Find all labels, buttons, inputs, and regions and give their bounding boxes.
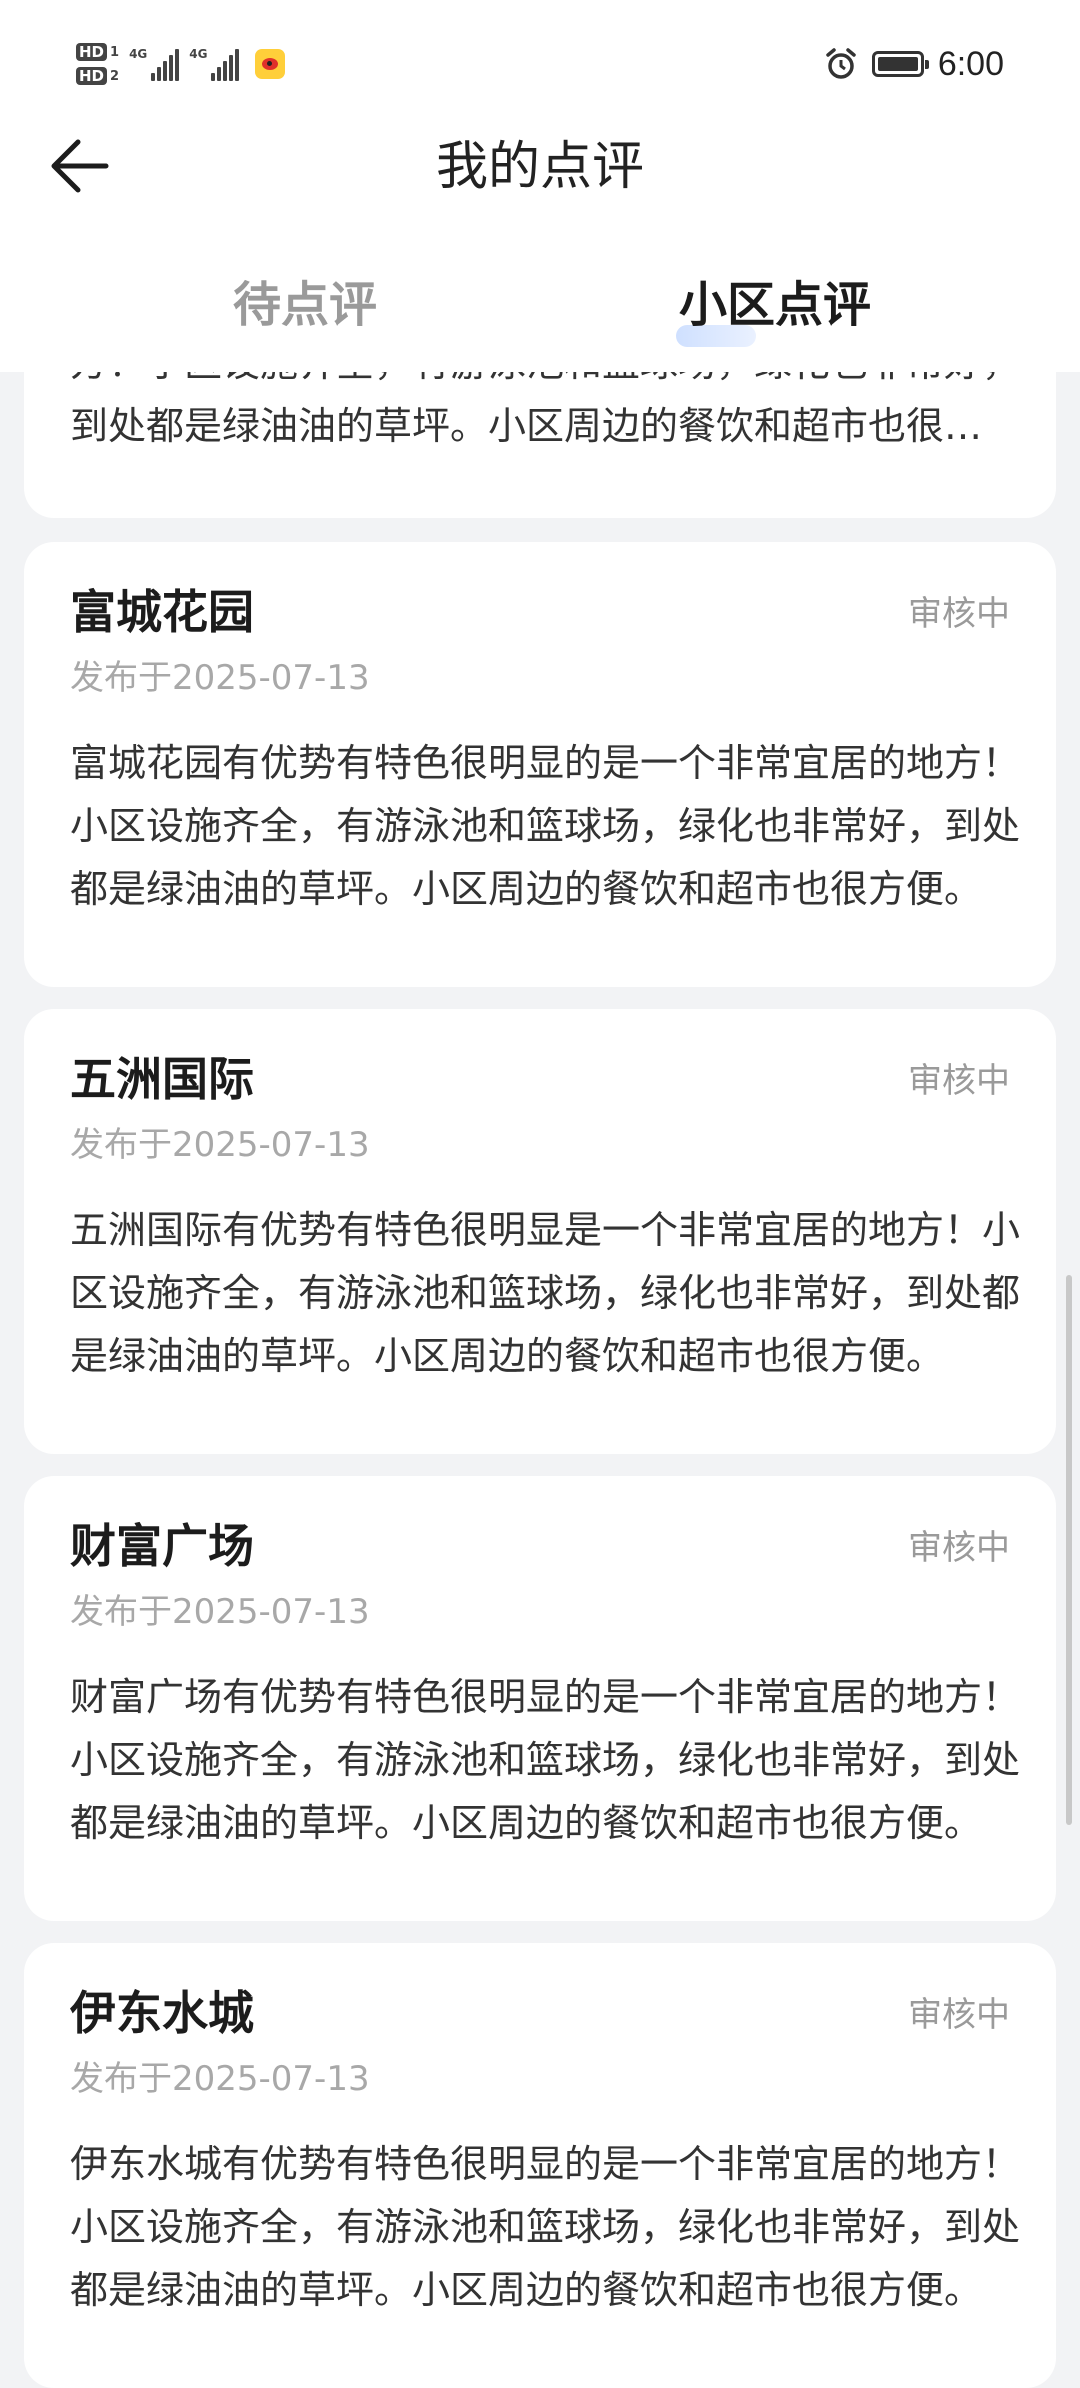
tab-pending-review[interactable]: 待点评: [160, 250, 450, 360]
status-bar: HD 1 HD 2 4G 4G 6:00: [0, 0, 1080, 130]
review-status: 审核中: [908, 1528, 1010, 1568]
review-date: 发布于2025-07-13: [70, 1125, 370, 1165]
hd-indicators: HD 1 HD 2: [76, 43, 119, 85]
tab-community-review[interactable]: 小区点评: [630, 250, 920, 360]
tab-bar: 待点评 小区点评: [0, 250, 1080, 372]
review-date: 发布于2025-07-13: [70, 2059, 370, 2099]
network-type-label: 4G: [129, 47, 148, 61]
review-list[interactable]: 方！小区设施齐全，有游泳池和篮球场，绿化也非常好，到处都是绿油油的草坪。小区周边…: [0, 372, 1080, 2388]
weibo-icon: [255, 49, 286, 79]
review-card[interactable]: 富城花园 审核中 发布于2025-07-13 富城花园有优势有特色很明显的是一个…: [24, 542, 1056, 987]
review-card[interactable]: 方！小区设施齐全，有游泳池和篮球场，绿化也非常好，到处都是绿油油的草坪。小区周边…: [24, 372, 1056, 518]
hd-sim2: HD 2: [76, 67, 119, 85]
back-arrow-icon[interactable]: [44, 128, 120, 204]
network-type-label: 4G: [189, 47, 208, 61]
hd-sim-number: 2: [110, 68, 120, 84]
review-card[interactable]: 五洲国际 审核中 发布于2025-07-13 五洲国际有优势有特色很明显是一个非…: [24, 1009, 1056, 1454]
community-name: 富城花园: [70, 585, 254, 639]
hd-sim1: HD 1: [76, 43, 119, 61]
community-name: 伊东水城: [70, 1986, 254, 2040]
signal-icon: 4G: [129, 47, 180, 81]
review-card[interactable]: 伊东水城 审核中 发布于2025-07-13 伊东水城有优势有特色很明显的是一个…: [24, 1943, 1056, 2388]
community-name: 五洲国际: [70, 1052, 254, 1106]
signal-icon: 4G: [189, 47, 240, 81]
community-name: 财富广场: [70, 1519, 254, 1573]
status-left: HD 1 HD 2 4G 4G: [76, 32, 286, 96]
hd-sim-number: 1: [110, 44, 120, 60]
page-title: 我的点评: [435, 137, 644, 197]
status-time: 6:00: [937, 44, 1004, 83]
review-body: 财富广场有优势有特色很明显的是一个非常宜居的地方！小区设施齐全，有游泳池和篮球场…: [70, 1675, 1020, 1845]
review-body: 伊东水城有优势有特色很明显的是一个非常宜居的地方！小区设施齐全，有游泳池和篮球场…: [70, 2142, 1020, 2312]
alarm-icon: [826, 48, 856, 79]
tab-label: 待点评: [232, 277, 377, 333]
scrollbar[interactable]: [1066, 1275, 1072, 1825]
review-body: 方！小区设施齐全，有游泳池和篮球场，绿化也非常好，到处都是绿油油的草坪。小区周边…: [70, 372, 1020, 448]
review-status: 审核中: [908, 1995, 1010, 2035]
review-body: 五洲国际有优势有特色很明显是一个非常宜居的地方！小区设施齐全，有游泳池和篮球场，…: [70, 1208, 1020, 1378]
battery-icon: [871, 51, 929, 77]
review-date: 发布于2025-07-13: [70, 1592, 370, 1632]
review-card[interactable]: 财富广场 审核中 发布于2025-07-13 财富广场有优势有特色很明显的是一个…: [24, 1476, 1056, 1921]
review-body: 富城花园有优势有特色很明显的是一个非常宜居的地方！小区设施齐全，有游泳池和篮球场…: [70, 741, 1020, 911]
review-date: 发布于2025-07-13: [70, 658, 370, 698]
status-right: 6:00: [824, 40, 1004, 88]
review-status: 审核中: [908, 1061, 1010, 1101]
review-status: 审核中: [908, 594, 1010, 634]
tab-label: 小区点评: [678, 277, 871, 333]
hd-badge: HD: [76, 43, 108, 61]
hd-badge: HD: [76, 67, 108, 85]
